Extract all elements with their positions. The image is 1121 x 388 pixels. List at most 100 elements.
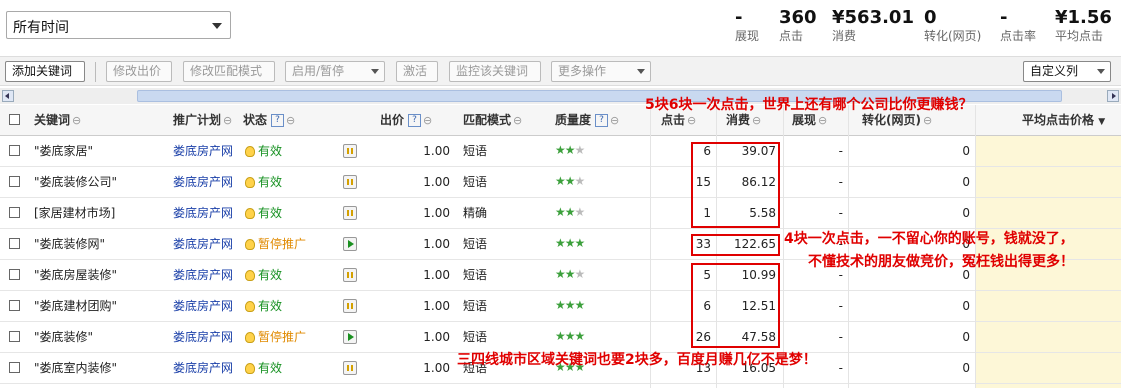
stat-ctr: - 点击率 — [1000, 8, 1036, 44]
stat-label: 点击率 — [1000, 29, 1037, 43]
pause-icon[interactable] — [343, 175, 357, 189]
pause-icon[interactable] — [343, 144, 357, 158]
stat-cost: ¥563.01 消费 — [832, 8, 914, 44]
pause-icon[interactable] — [343, 361, 357, 375]
plan-link[interactable]: 娄底房产网 — [173, 353, 233, 383]
edit-match-button[interactable]: 修改匹配模式 — [183, 61, 275, 82]
edit-bid-button[interactable]: 修改出价 — [106, 61, 172, 82]
conversions-cell: 0 — [962, 206, 970, 220]
bid-cell[interactable]: 1.00 — [380, 229, 450, 259]
toolbar: 添加关键词 修改出价 修改匹配模式 启用/暂停 激活 监控该关键词 更多操作 自… — [0, 56, 1121, 86]
header-bid[interactable]: 出价? — [380, 105, 432, 136]
row-checkbox[interactable] — [9, 238, 20, 249]
monitor-keyword-button[interactable]: 监控该关键词 — [449, 61, 541, 82]
bulb-icon — [245, 270, 255, 281]
bid-cell[interactable]: 1.00 — [380, 136, 450, 166]
add-keyword-button[interactable]: 添加关键词 — [5, 61, 85, 82]
bid-cell[interactable]: 1.00 — [380, 198, 450, 228]
bid-cell[interactable]: 1.00 — [380, 167, 450, 197]
activate-button[interactable]: 激活 — [396, 61, 438, 82]
help-icon[interactable]: ? — [271, 114, 285, 127]
help-icon[interactable]: ? — [408, 114, 422, 127]
stat-value: 0 — [924, 7, 937, 28]
stat-label: 展现 — [735, 29, 760, 43]
keyword-cell[interactable]: "娄底装修网" — [34, 229, 105, 259]
enable-pause-dropdown[interactable]: 启用/暂停 — [285, 61, 385, 82]
conversions-cell: 0 — [962, 175, 970, 189]
plan-link[interactable]: 娄底房产网 — [173, 260, 233, 290]
pause-icon[interactable] — [343, 299, 357, 313]
row-checkbox[interactable] — [9, 207, 20, 218]
custom-columns-dropdown[interactable]: 自定义列 — [1023, 61, 1111, 82]
header-match[interactable]: 匹配模式 — [463, 105, 522, 136]
header-plan[interactable]: 推广计划 — [173, 105, 232, 136]
header-keyword[interactable]: 关键词 — [34, 105, 81, 136]
impressions-cell: - — [838, 299, 843, 313]
plan-link[interactable]: 娄底房产网 — [173, 167, 233, 197]
stat-value: - — [735, 7, 743, 28]
plan-link[interactable]: 娄底房产网 — [173, 198, 233, 228]
pause-icon[interactable] — [343, 206, 357, 220]
stat-value: 360 — [779, 7, 817, 28]
table-row: [家居建材市场] 娄底房产网 有效 1.00 精确 ★★★ 1 5.58-0 — [0, 198, 1121, 229]
bid-cell[interactable]: 1.00 — [380, 291, 450, 321]
bid-cell[interactable]: 1.00 — [380, 260, 450, 290]
plan-link[interactable]: 娄底房产网 — [173, 229, 233, 259]
bulb-icon — [245, 146, 255, 157]
conversions-cell: 0 — [962, 299, 970, 313]
play-icon[interactable] — [343, 330, 357, 344]
status-cell: 有效 — [245, 198, 282, 228]
plan-link[interactable]: 娄底房产网 — [173, 322, 233, 352]
bid-cell[interactable]: 1.00 — [380, 322, 450, 352]
time-range-label: 所有时间 — [13, 20, 69, 36]
header-status[interactable]: 状态? — [243, 105, 295, 136]
stat-label: 平均点击 — [1055, 29, 1104, 43]
row-checkbox[interactable] — [9, 300, 20, 311]
more-actions-dropdown[interactable]: 更多操作 — [551, 61, 651, 82]
status-cell: 有效 — [245, 260, 282, 290]
play-icon[interactable] — [343, 237, 357, 251]
keyword-cell[interactable]: "娄底建材团购" — [34, 291, 117, 321]
time-range-select[interactable]: 所有时间 — [6, 11, 231, 39]
pause-icon[interactable] — [343, 268, 357, 282]
keyword-cell[interactable]: "娄底装修公司" — [34, 167, 117, 197]
keyword-cell[interactable]: "娄底装修" — [34, 322, 93, 352]
bulb-icon — [245, 363, 255, 374]
bid-cell[interactable]: 1.00 — [380, 353, 450, 383]
header-quality[interactable]: 质量度? — [555, 105, 619, 136]
select-all-checkbox[interactable] — [9, 114, 20, 125]
plan-link[interactable]: 娄底房产网 — [173, 136, 233, 166]
row-checkbox[interactable] — [9, 331, 20, 342]
plan-link[interactable]: 娄底房产网 — [173, 291, 233, 321]
stat-label: 消费 — [832, 29, 857, 43]
header-avg-cpc[interactable]: 平均点击价格 ▼ — [1022, 105, 1105, 136]
help-icon[interactable]: ? — [595, 114, 609, 127]
status-text: 暂停推广 — [258, 330, 307, 344]
stat-label: 点击 — [779, 29, 804, 43]
quality-stars-icon: ★★★ — [555, 329, 585, 343]
keyword-cell[interactable]: "娄底房屋装修" — [34, 260, 117, 290]
conversions-cell: 0 — [962, 330, 970, 344]
quality-stars-icon: ★★★ — [555, 236, 585, 250]
keyword-cell[interactable]: [家居建材市场] — [34, 198, 115, 228]
row-checkbox[interactable] — [9, 176, 20, 187]
stat-label: 转化(网页) — [924, 29, 982, 43]
status-text: 有效 — [258, 206, 283, 220]
chevron-down-icon — [1097, 69, 1105, 74]
row-checkbox[interactable] — [9, 362, 20, 373]
row-checkbox[interactable] — [9, 145, 20, 156]
status-cell: 有效 — [245, 291, 282, 321]
keyword-cell[interactable]: "娄底室内装修" — [34, 353, 117, 383]
summary-bar: 所有时间 - 展现 360 点击 ¥563.01 消费 0 转化(网页) - 点… — [0, 0, 1121, 54]
table-row: "娄底家居" 娄底房产网 有效 1.00 短语 ★★★ 6 39.07-0 — [0, 136, 1121, 167]
status-text: 有效 — [258, 299, 283, 313]
impressions-cell: - — [838, 206, 843, 220]
keyword-cell[interactable]: "娄底家居" — [34, 136, 93, 166]
scroll-left-icon[interactable] — [2, 90, 14, 102]
status-text: 有效 — [258, 175, 283, 189]
scroll-right-icon[interactable] — [1107, 90, 1119, 102]
bulb-icon — [245, 208, 255, 219]
annotation-text: 5块6块一次点击，世界上还有哪个公司比你更赚钱？ — [645, 97, 973, 113]
row-checkbox[interactable] — [9, 269, 20, 280]
highlight-box — [691, 263, 780, 348]
